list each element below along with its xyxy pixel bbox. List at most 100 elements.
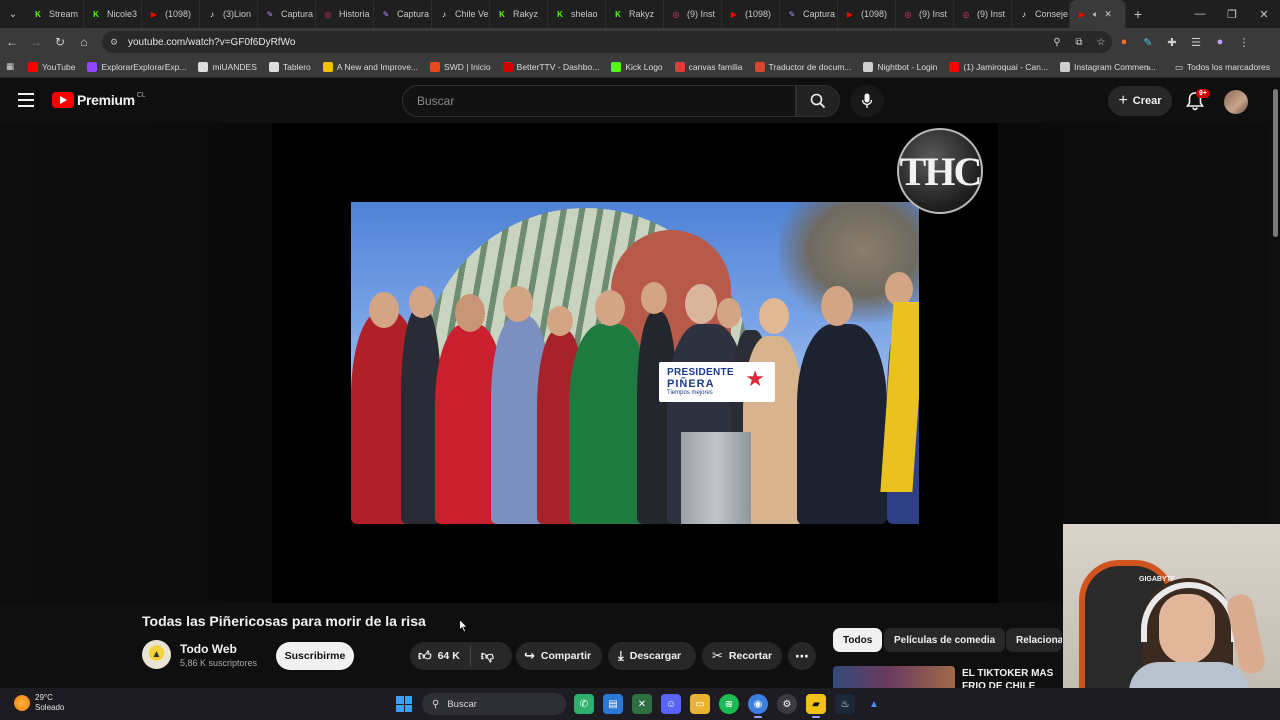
browser-tab[interactable]: K Stream bbox=[26, 0, 84, 28]
notepad-icon[interactable]: ▤ bbox=[603, 694, 623, 714]
browser-tab[interactable]: ♪ Chile Ve bbox=[432, 0, 490, 28]
extension-fox-icon[interactable]: ● bbox=[1112, 36, 1136, 48]
youtube-premium-logo[interactable]: Premium CL bbox=[52, 92, 146, 108]
excel-icon[interactable]: ✕ bbox=[632, 694, 652, 714]
windows-start-icon[interactable] bbox=[396, 696, 412, 712]
profile-icon[interactable]: ● bbox=[1208, 36, 1232, 48]
app-launcher-icon[interactable]: ▲ bbox=[864, 694, 884, 714]
chip-comedy-movies[interactable]: Películas de comedia bbox=[884, 628, 1006, 652]
taskbar-search[interactable]: ⚲ Buscar bbox=[422, 693, 566, 715]
weather-widget[interactable]: 29°C Soleado bbox=[14, 693, 64, 713]
zoom-icon[interactable]: ⚲ bbox=[1046, 37, 1068, 48]
bookmark-favicon-icon bbox=[198, 61, 209, 72]
browser-tab[interactable]: ♪ Conseje bbox=[1012, 0, 1070, 28]
tab-audio-icon[interactable]: 🔈︎ bbox=[1093, 9, 1098, 20]
bookmark-item[interactable]: Traductor de docum... bbox=[754, 61, 851, 72]
browser-tab[interactable]: ✎ Captura bbox=[258, 0, 316, 28]
voice-search-button[interactable] bbox=[850, 85, 884, 117]
bookmark-item[interactable]: A New and Improve... bbox=[322, 61, 418, 72]
browser-tab[interactable]: ✎ Captura bbox=[780, 0, 838, 28]
steam-icon[interactable]: ♨ bbox=[835, 694, 855, 714]
home-icon[interactable]: ⌂ bbox=[72, 35, 96, 49]
browser-tab[interactable]: ▶ (1098) bbox=[838, 0, 896, 28]
browser-tab[interactable]: ▶ (1098) bbox=[142, 0, 200, 28]
browser-tab[interactable]: ◎ Historia bbox=[316, 0, 374, 28]
chrome-icon[interactable]: ◉ bbox=[748, 694, 768, 718]
bookmark-item[interactable]: Tablero bbox=[268, 61, 311, 72]
spotify-icon[interactable]: ≋ bbox=[719, 694, 739, 714]
settings-gear-icon[interactable]: ⚙ bbox=[777, 694, 797, 714]
bookmark-item[interactable]: Nightbot - Login bbox=[863, 61, 937, 72]
channel-watermark[interactable]: THC bbox=[897, 128, 983, 214]
tab-search-icon[interactable]: ⌄ bbox=[0, 0, 26, 28]
forward-icon[interactable]: → bbox=[24, 35, 48, 49]
chip-all[interactable]: Todos bbox=[833, 628, 883, 652]
browser-tab[interactable]: K Rakyz bbox=[606, 0, 664, 28]
bookmark-label: Kick Logo bbox=[625, 61, 663, 72]
maximize-icon[interactable]: ❐ bbox=[1216, 8, 1248, 21]
thumbs-up-icon[interactable]: 👍︎ bbox=[418, 648, 432, 664]
url-field[interactable]: ⚙ youtube.com/watch?v=GF0f6DyRfWo ⚲ ⧉ ☆ bbox=[102, 31, 1112, 53]
subscribe-button[interactable]: Suscribirme bbox=[276, 642, 354, 670]
pen-icon: ✎ bbox=[382, 9, 390, 19]
search-icon bbox=[810, 93, 826, 109]
create-button[interactable]: + Crear bbox=[1108, 86, 1172, 116]
bookmark-item[interactable]: Kick Logo bbox=[611, 61, 663, 72]
browser-tab-active[interactable]: ▶ 🔈︎ ✕ bbox=[1070, 0, 1126, 28]
download-button[interactable]: ⤓ Descargar bbox=[608, 642, 696, 670]
recommendation-thumbnail[interactable] bbox=[833, 666, 955, 688]
browser-tab[interactable]: ◎ (9) Inst bbox=[896, 0, 954, 28]
open-in-app-icon[interactable]: ⧉ bbox=[1068, 37, 1090, 48]
search-input[interactable]: Buscar bbox=[402, 85, 796, 117]
bookmark-item[interactable]: miUANDES bbox=[198, 61, 257, 72]
search-button[interactable] bbox=[796, 85, 840, 117]
browser-tab[interactable]: ◎ (9) Inst bbox=[664, 0, 722, 28]
extension-translate-icon[interactable]: ✎ bbox=[1136, 36, 1160, 49]
bookmark-item[interactable]: SWD | Inicio bbox=[430, 61, 491, 72]
minimize-icon[interactable]: — bbox=[1184, 8, 1216, 21]
browser-menu-icon[interactable]: ⋮ bbox=[1232, 36, 1256, 49]
browser-tab[interactable]: ♪ (3)Lion bbox=[200, 0, 258, 28]
more-actions-icon[interactable]: ⋯ bbox=[788, 642, 816, 670]
extensions-puzzle-icon[interactable]: ✚ bbox=[1160, 36, 1184, 49]
back-icon[interactable]: ← bbox=[0, 35, 24, 49]
bookmark-item[interactable]: YouTube bbox=[28, 61, 75, 72]
logo-text: Premium bbox=[77, 92, 135, 108]
browser-tab[interactable]: K Nicole3 bbox=[84, 0, 142, 28]
channel-name[interactable]: Todo Web bbox=[180, 642, 237, 656]
reload-icon[interactable]: ↻ bbox=[48, 35, 72, 49]
bookmark-item[interactable]: (1) Jamiroquai - Can... bbox=[949, 61, 1048, 72]
bookmark-item[interactable]: ExplorarExplorarExp... bbox=[87, 61, 186, 72]
like-count[interactable]: 64 K bbox=[438, 650, 460, 662]
close-window-icon[interactable]: ✕ bbox=[1248, 8, 1280, 21]
browser-tab[interactable]: ◎ (9) Inst bbox=[954, 0, 1012, 28]
browser-tab[interactable]: ▶ (1098) bbox=[722, 0, 780, 28]
new-tab-button[interactable]: + bbox=[1126, 6, 1150, 22]
site-info-icon[interactable]: ⚙ bbox=[110, 37, 122, 48]
video-frame[interactable]: PRESIDENTE PIÑERA Tiempos mejores ★ bbox=[351, 202, 919, 524]
file-explorer-icon[interactable]: ▭ bbox=[690, 694, 710, 714]
channel-avatar[interactable]: ▲ bbox=[142, 640, 171, 669]
browser-tab[interactable]: K Rakyz bbox=[490, 0, 548, 28]
sticky-notes-icon[interactable]: ▰ bbox=[806, 694, 826, 718]
bookmark-item[interactable]: Instagram Commen... bbox=[1059, 61, 1156, 72]
share-button[interactable]: ↪ Compartir bbox=[516, 642, 602, 670]
chip-related[interactable]: Relacionado bbox=[1006, 628, 1062, 652]
hamburger-menu-icon[interactable] bbox=[18, 93, 34, 107]
apps-grid-icon[interactable]: ▦ bbox=[6, 61, 14, 72]
scrollbar-thumb[interactable] bbox=[1273, 89, 1278, 237]
browser-tab[interactable]: ✎ Captura bbox=[374, 0, 432, 28]
browser-tab[interactable]: Kshelao bbox=[548, 0, 606, 28]
clip-button[interactable]: ✂ Recortar bbox=[702, 642, 782, 670]
all-bookmarks[interactable]: ▭ Todos los marcadores bbox=[1175, 56, 1270, 78]
tab-close-icon[interactable]: ✕ bbox=[1104, 9, 1112, 20]
bookmark-star-icon[interactable]: ☆ bbox=[1090, 37, 1112, 48]
whatsapp-icon[interactable]: ✆ bbox=[574, 694, 594, 714]
reading-list-icon[interactable]: ☰ bbox=[1184, 36, 1208, 49]
bookmarks-overflow-icon[interactable]: » bbox=[1146, 62, 1151, 72]
discord-icon[interactable]: ☺ bbox=[661, 694, 681, 714]
bookmark-item[interactable]: canvas familia bbox=[674, 61, 743, 72]
thumbs-down-icon[interactable]: 👎︎ bbox=[481, 648, 494, 664]
bookmark-item[interactable]: BetterTTV - Dashbo... bbox=[502, 61, 599, 72]
account-avatar[interactable] bbox=[1224, 90, 1248, 114]
